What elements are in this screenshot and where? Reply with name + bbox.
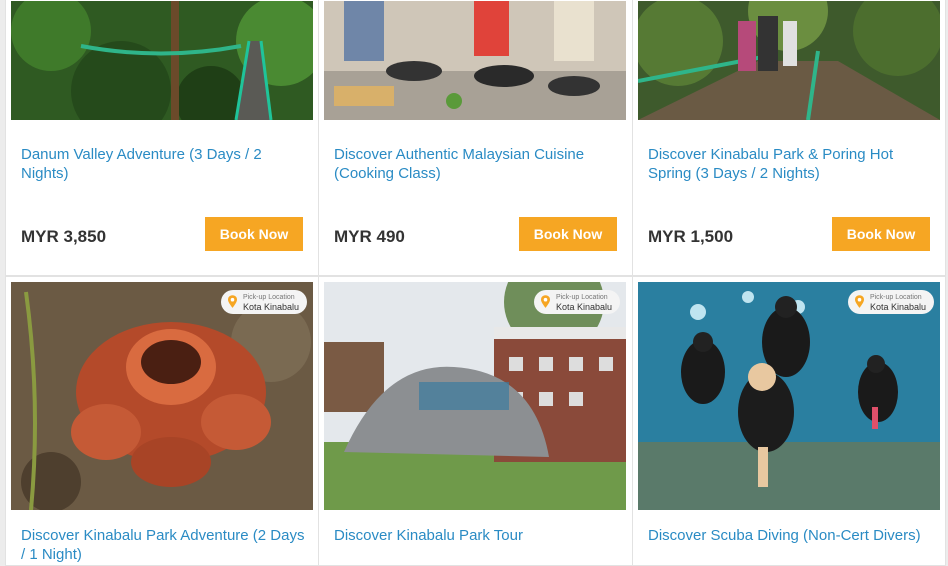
tour-price: MYR 3,850 — [21, 227, 107, 246]
tour-price: MYR 490 — [334, 227, 405, 246]
tour-title-link[interactable]: Discover Kinabalu Park Adventure (2 Days… — [21, 526, 306, 564]
pickup-location-badge: Pick-up Location Kota Kinabalu — [847, 290, 934, 314]
tour-card: Discover Authentic Malaysian Cuisine (Co… — [318, 0, 633, 276]
tour-card: Pick-up Location Kota Kinabalu Discover … — [632, 276, 946, 566]
book-now-button[interactable]: Book Now — [832, 217, 930, 251]
tour-title-link[interactable]: Discover Kinabalu Park Tour — [334, 526, 619, 545]
tour-image[interactable]: Pick-up Location Kota Kinabalu — [11, 282, 313, 510]
book-now-button[interactable]: Book Now — [205, 217, 303, 251]
tour-title-link[interactable]: Discover Kinabalu Park & Poring Hot Spri… — [648, 145, 933, 183]
tour-card: Pick-up Location Kota Kinabalu Discover … — [318, 276, 633, 566]
tour-card: Pick-up Location Kota Kinabalu Discover … — [5, 276, 319, 566]
pickup-location-badge: Pick-up Location Kota Kinabalu — [533, 290, 620, 314]
pickup-location: Kota Kinabalu — [242, 302, 299, 312]
pickup-label: Pick-up Location — [869, 294, 922, 301]
tour-image[interactable]: Pick-up Location Kota Kinabalu — [324, 282, 626, 510]
tour-card: Discover Kinabalu Park & Poring Hot Spri… — [632, 0, 946, 276]
tour-image[interactable] — [324, 1, 626, 120]
tour-image[interactable] — [638, 1, 940, 120]
pickup-label: Pick-up Location — [555, 294, 608, 301]
tour-image[interactable] — [11, 1, 313, 120]
pickup-location: Kota Kinabalu — [555, 302, 612, 312]
map-pin-icon — [854, 295, 864, 308]
tour-title-link[interactable]: Discover Authentic Malaysian Cuisine (Co… — [334, 145, 619, 183]
map-pin-icon — [540, 295, 550, 308]
tour-price: MYR 1,500 — [648, 227, 734, 246]
tour-title-link[interactable]: Discover Scuba Diving (Non-Cert Divers) — [648, 526, 933, 545]
tour-grid: Danum Valley Adventure (3 Days / 2 Night… — [0, 0, 948, 566]
pickup-location-badge: Pick-up Location Kota Kinabalu — [220, 290, 307, 314]
pickup-location: Kota Kinabalu — [869, 302, 926, 312]
tour-image[interactable]: Pick-up Location Kota Kinabalu — [638, 282, 940, 510]
tour-card: Danum Valley Adventure (3 Days / 2 Night… — [5, 0, 319, 276]
pickup-label: Pick-up Location — [242, 294, 295, 301]
map-pin-icon — [227, 295, 237, 308]
book-now-button[interactable]: Book Now — [519, 217, 617, 251]
tour-title-link[interactable]: Danum Valley Adventure (3 Days / 2 Night… — [21, 145, 306, 183]
